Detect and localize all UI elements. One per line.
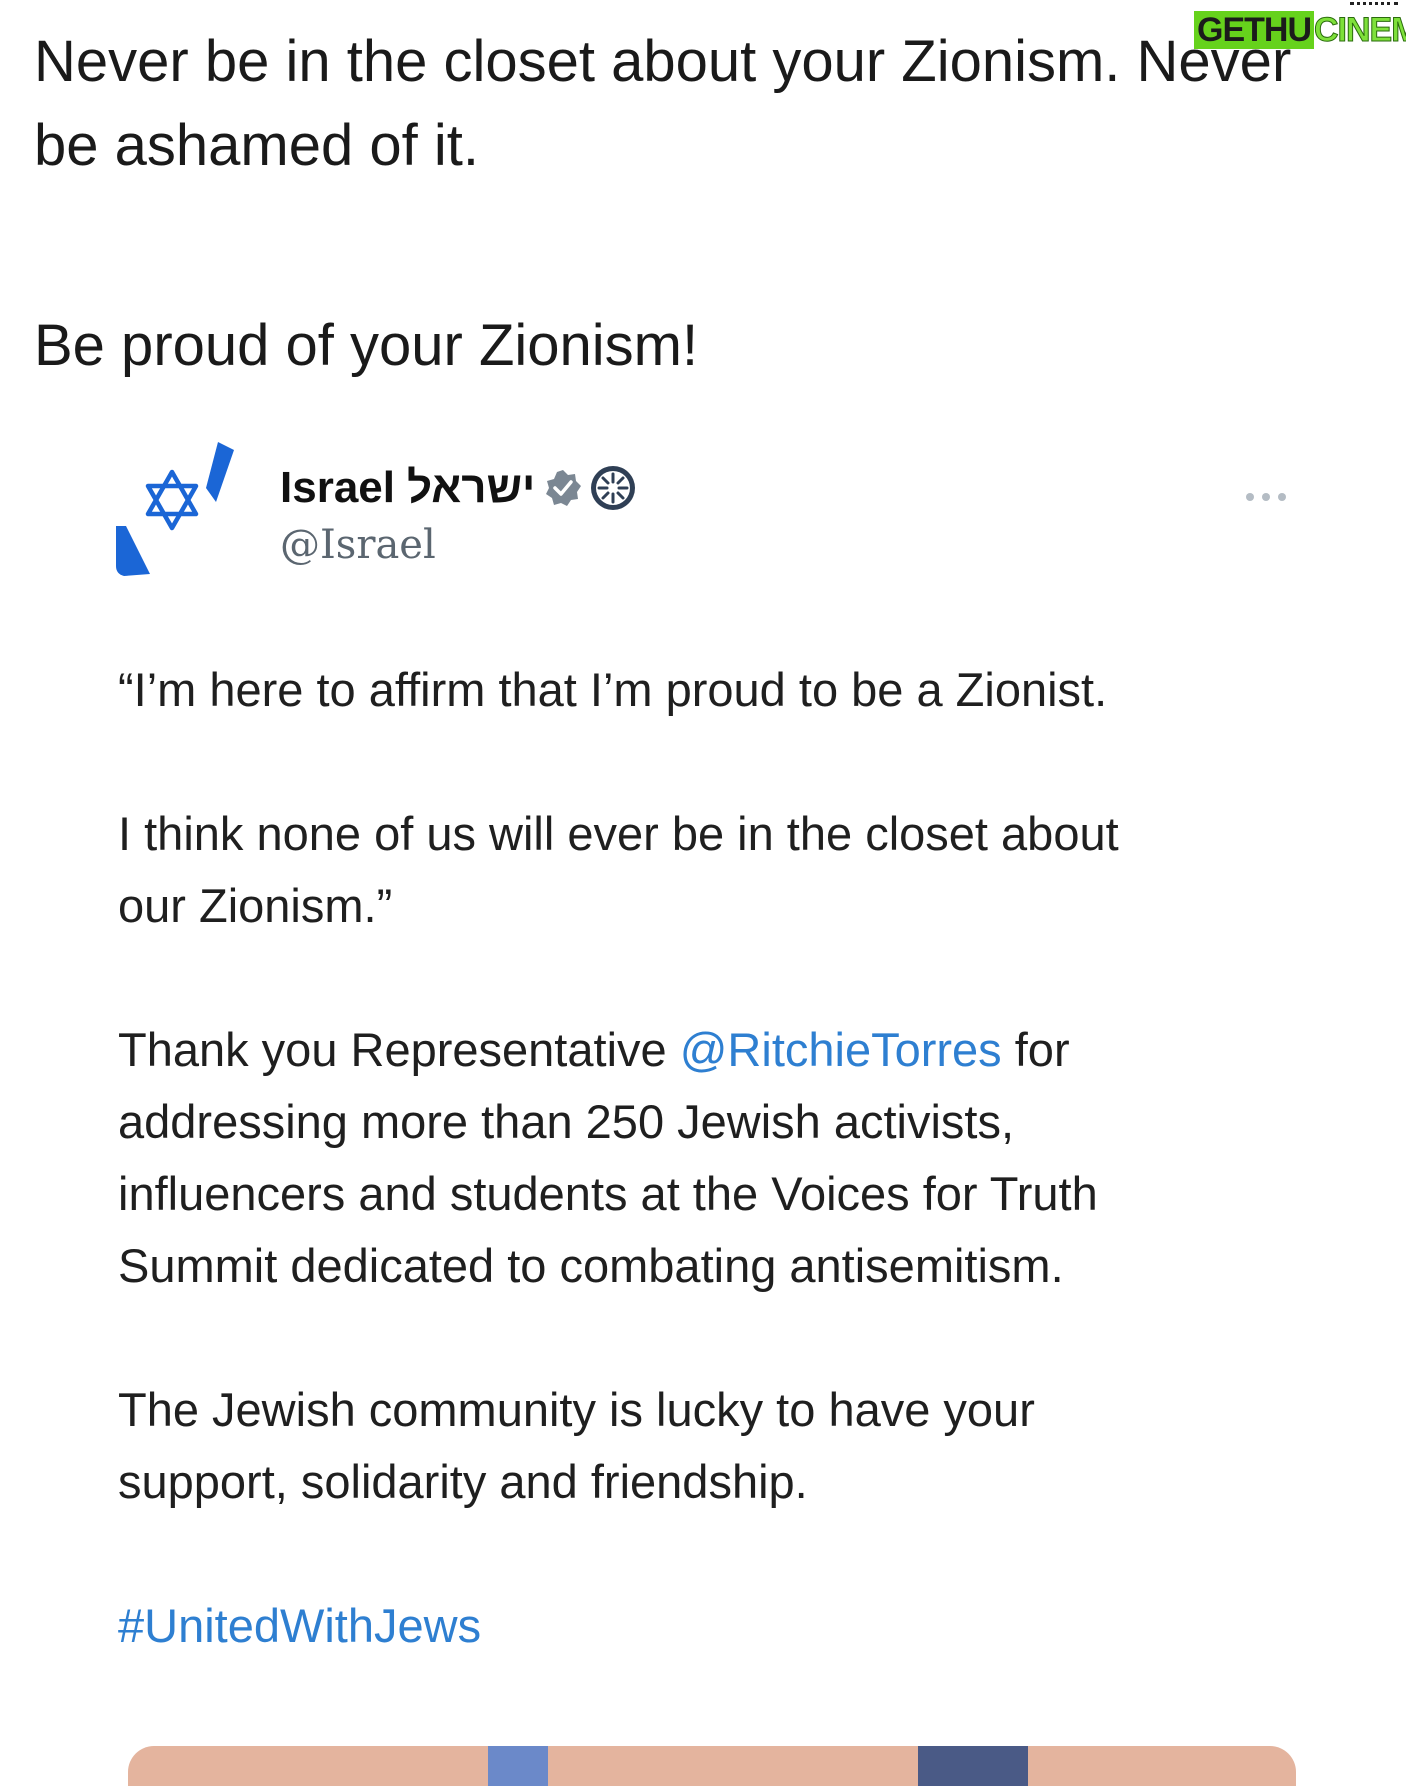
tweet-text-line: addressing more than 250 Jewish activist… <box>118 1095 1015 1148</box>
caption-line: be ashamed of it. <box>34 113 479 178</box>
tweet-media-image[interactable] <box>128 1746 1296 1786</box>
author-handle[interactable]: @Israel <box>280 522 436 568</box>
more-options-icon[interactable] <box>1236 482 1296 512</box>
caption-line: Never be in the closet about your Zionis… <box>34 29 1292 94</box>
caption-line: Be proud of your Zionism! <box>34 313 699 378</box>
author-name-row: Israel ישראל <box>280 460 637 516</box>
tweet-text-line: support, solidarity and friendship. <box>118 1455 808 1508</box>
tweet-text-line: “I’m here to affirm that I’m proud to be… <box>118 663 1108 716</box>
tweet-text-line: I think none of us will ever be in the c… <box>118 807 1119 860</box>
watermark-logo: GETHUCINEMA <box>1194 2 1406 52</box>
tweet-body: “I’m here to affirm that I’m proud to be… <box>118 654 1288 1662</box>
watermark-text: GETHU <box>1194 11 1314 49</box>
tweet-text-fragment: for <box>1001 1023 1070 1076</box>
verified-badge-icon <box>546 470 582 506</box>
post-caption: Never be in the closet about your Zionis… <box>34 20 1334 388</box>
tweet-text-line: influencers and students at the Voices f… <box>118 1167 1098 1220</box>
author-hebrew-name[interactable]: ישראל <box>407 463 535 513</box>
tweet-text-line: Thank you Representative @RitchieTorres … <box>118 1014 1288 1086</box>
hashtag-link[interactable]: #UnitedWithJews <box>118 1599 481 1652</box>
tweet-text-line: Summit dedicated to combating antisemiti… <box>118 1239 1064 1292</box>
tweet-text-fragment: Thank you Representative <box>118 1023 680 1076</box>
hashtag-line: #UnitedWithJews <box>118 1590 1288 1662</box>
mention-link[interactable]: @RitchieTorres <box>680 1023 1002 1076</box>
film-strip-icon <box>1350 2 1398 13</box>
watermark-text: CINEMA <box>1313 11 1406 50</box>
embedded-tweet[interactable]: Israel ישראל @Israel “I’m here to affirm… <box>112 430 1302 1786</box>
government-emblem-icon <box>591 466 636 510</box>
tweet-text-line: our Zionism.” <box>118 879 393 932</box>
tweet-text-line: The Jewish community is lucky to have yo… <box>118 1383 1035 1436</box>
author-display-name[interactable]: Israel <box>280 463 395 513</box>
israel-logo-avatar[interactable] <box>112 442 257 587</box>
